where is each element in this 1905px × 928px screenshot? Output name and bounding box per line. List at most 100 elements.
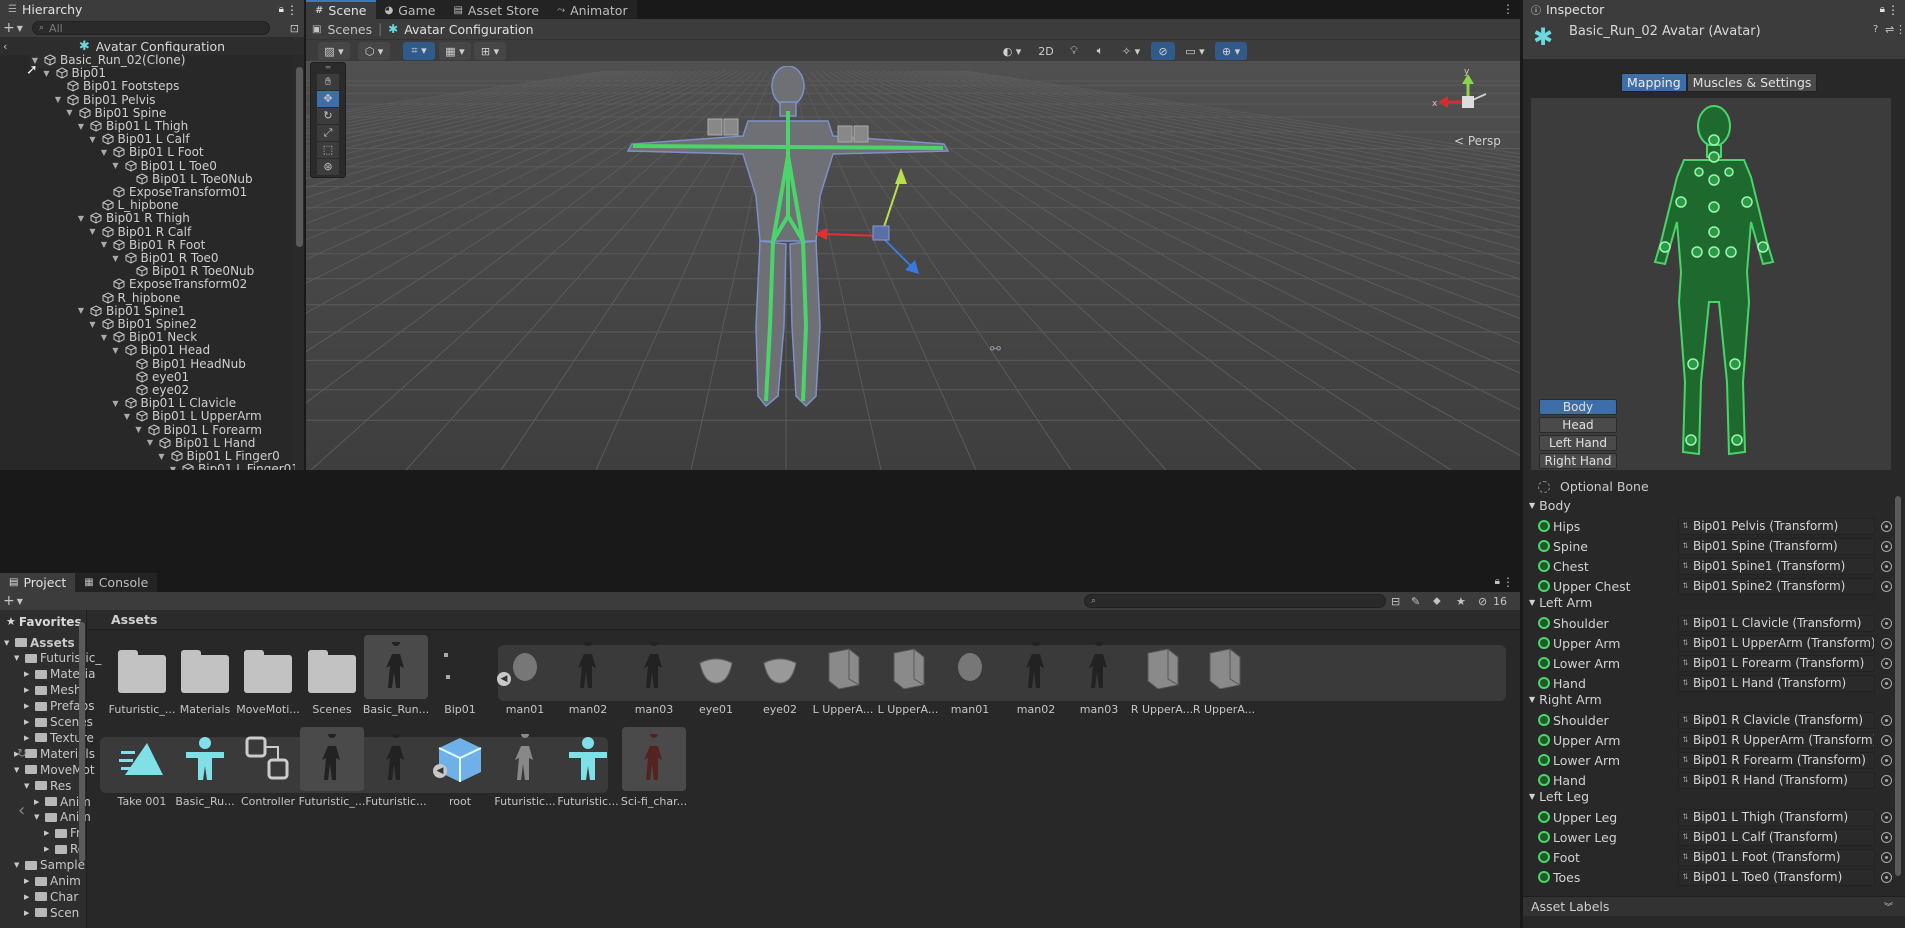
expand-arrow-icon[interactable]: ▼: [157, 452, 167, 461]
move-tool-icon[interactable]: ✥: [317, 91, 339, 107]
increment-snap-button[interactable]: ⊞ ▾: [474, 42, 506, 60]
hidden-packages-icon[interactable]: ⊘: [1478, 595, 1487, 608]
object-picker-icon[interactable]: [1881, 851, 1892, 863]
breadcrumb-scenes[interactable]: Scenes: [327, 22, 372, 37]
lock-icon[interactable]: 🔒︎: [1880, 4, 1885, 15]
mapping-section-left-leg[interactable]: ▼ Left Leg: [1529, 789, 1589, 804]
tag-icon[interactable]: ⬥: [1433, 594, 1441, 608]
kebab-menu-icon[interactable]: ⋮: [1502, 575, 1514, 589]
expand-arrow-icon[interactable]: ▼: [24, 782, 32, 790]
project-search-input[interactable]: ⌕: [1084, 594, 1386, 608]
inspector-scrollbar[interactable]: [1895, 496, 1903, 892]
transform-field[interactable]: Bip01 R UpperArm (Transform): [1678, 731, 1875, 749]
kebab-menu-icon[interactable]: ⋮: [1887, 3, 1899, 17]
transform-field[interactable]: Bip01 L Calf (Transform): [1678, 828, 1875, 846]
object-picker-icon[interactable]: [1881, 754, 1892, 766]
body-part-body[interactable]: Body: [1539, 399, 1617, 415]
bone-status-icon[interactable]: [1538, 714, 1550, 726]
bone-status-icon[interactable]: [1538, 580, 1550, 592]
audio-toggle-icon[interactable]: 🔈︎: [1089, 42, 1111, 60]
asset-item[interactable]: Sci-fi_char...: [615, 727, 693, 808]
favorites-header[interactable]: ★ Favorites: [6, 614, 82, 629]
tab-inspector[interactable]: ⓘ Inspector 🔒︎ ⋮: [1523, 0, 1905, 19]
asset-item[interactable]: R UpperA...: [1185, 635, 1263, 716]
transform-tool-icon[interactable]: ⊛: [317, 159, 339, 175]
rect-tool-icon[interactable]: ⬚: [317, 142, 339, 158]
sidebar-item[interactable]: ▶ Scen: [24, 905, 79, 920]
expand-arrow-icon[interactable]: ▶: [24, 893, 32, 901]
object-picker-icon[interactable]: [1881, 774, 1892, 786]
mapping-section-right-arm[interactable]: ▼ Right Arm: [1529, 692, 1602, 707]
expand-arrow-icon[interactable]: ▼: [42, 69, 52, 78]
search-by-type-icon[interactable]: ⊟: [1391, 595, 1400, 608]
bone-status-icon[interactable]: [1538, 871, 1550, 883]
expand-arrow-icon[interactable]: ▼: [88, 227, 98, 236]
tab-muscles-settings[interactable]: Muscles & Settings: [1686, 73, 1818, 92]
shading-button[interactable]: ◐ ▾: [996, 42, 1028, 60]
transform-field[interactable]: Bip01 Spine1 (Transform): [1678, 557, 1875, 575]
object-picker-icon[interactable]: [1881, 637, 1892, 649]
bone-status-icon[interactable]: [1538, 657, 1550, 669]
expand-arrow-icon[interactable]: ▶: [24, 702, 32, 710]
chevron-down-icon[interactable]: ▼: [15, 597, 23, 606]
expand-arrow-icon[interactable]: ▼: [14, 654, 22, 662]
grid-button[interactable]: ▦ ▾: [439, 42, 471, 60]
bone-status-icon[interactable]: [1538, 560, 1550, 572]
expand-arrow-icon[interactable]: ▼: [76, 306, 86, 315]
expand-arrow-icon[interactable]: ▼: [14, 861, 22, 869]
kebab-menu-icon[interactable]: ⋮: [1895, 23, 1905, 36]
expand-arrow-icon[interactable]: ▼: [134, 425, 144, 434]
sidebar-item[interactable]: ▼ Res: [24, 778, 71, 793]
transform-field[interactable]: Bip01 L UpperArm (Transform): [1678, 634, 1875, 652]
sidebar-item[interactable]: ▶ Fr: [44, 826, 81, 841]
transform-field[interactable]: Bip01 R Clavicle (Transform): [1678, 711, 1875, 729]
transform-field[interactable]: Bip01 L Clavicle (Transform): [1678, 614, 1875, 632]
bone-status-icon[interactable]: [1538, 851, 1550, 863]
lighting-toggle-icon[interactable]: 💡︎: [1063, 42, 1085, 60]
bone-status-icon[interactable]: [1538, 617, 1550, 629]
transform-field[interactable]: Bip01 Spine2 (Transform): [1678, 577, 1875, 595]
expand-arrow-icon[interactable]: ▼: [122, 412, 132, 421]
mapping-section-left-arm[interactable]: ▼ Left Arm: [1529, 595, 1592, 610]
add-icon[interactable]: +: [0, 593, 15, 609]
transform-field[interactable]: Bip01 L Thigh (Transform): [1678, 808, 1875, 826]
hidden-objects-icon[interactable]: ⊘: [1151, 42, 1175, 60]
search-input[interactable]: ⌕ All: [32, 21, 270, 35]
transform-field[interactable]: Bip01 L Hand (Transform): [1678, 674, 1875, 692]
asset-labels-bar[interactable]: Asset Labels ︾: [1523, 896, 1905, 916]
gizmos-button[interactable]: ⊕ ▾: [1215, 42, 1247, 60]
tab-game[interactable]: ◕ Game: [375, 0, 445, 19]
tab-scene[interactable]: # Scene: [306, 0, 376, 19]
star-icon[interactable]: ★: [1456, 595, 1466, 608]
object-picker-icon[interactable]: [1881, 520, 1892, 532]
lock-icon[interactable]: 🔒︎: [1495, 576, 1500, 587]
collapse-arrow-icon[interactable]: ◀: [497, 672, 511, 686]
expand-arrow-icon[interactable]: ▶: [24, 718, 32, 726]
object-picker-icon[interactable]: [1881, 714, 1892, 726]
move-gizmo[interactable]: [811, 166, 951, 296]
bone-status-icon[interactable]: [1538, 677, 1550, 689]
expand-arrow-icon[interactable]: ▼: [145, 438, 155, 447]
bone-status-icon[interactable]: [1538, 811, 1550, 823]
draw-mode-button[interactable]: ▨ ▾: [318, 42, 350, 60]
scroll-thumb[interactable]: [296, 67, 303, 247]
tab-project[interactable]: ▤ Project: [0, 573, 76, 592]
effects-button[interactable]: ✧ ▾: [1115, 42, 1147, 60]
object-picker-icon[interactable]: [1881, 617, 1892, 629]
transform-field[interactable]: Bip01 L Toe0 (Transform): [1678, 868, 1875, 886]
tree-row[interactable]: ▼ Bip01 L Finger01: [168, 461, 299, 470]
bone-status-icon[interactable]: [1538, 540, 1550, 552]
tab-asset-store[interactable]: ▤ Asset Store: [444, 0, 549, 19]
body-part-head[interactable]: Head: [1539, 417, 1617, 433]
kebab-menu-icon[interactable]: ⋮: [286, 3, 298, 17]
camera-button[interactable]: ▭ ▾: [1179, 42, 1211, 60]
expand-arrow-icon[interactable]: ▶: [24, 877, 32, 885]
object-picker-icon[interactable]: [1881, 540, 1892, 552]
expand-arrow-icon[interactable]: ▶: [34, 798, 42, 806]
refresh-icon[interactable]: ↻: [17, 746, 27, 760]
transform-field[interactable]: Bip01 R Hand (Transform): [1678, 771, 1875, 789]
orientation-gizmo[interactable]: y x: [1426, 66, 1506, 136]
hand-tool-icon[interactable]: ✋︎: [317, 74, 339, 90]
transform-field[interactable]: Bip01 L Foot (Transform): [1678, 848, 1875, 866]
hierarchy-scrollbar[interactable]: [295, 55, 304, 470]
